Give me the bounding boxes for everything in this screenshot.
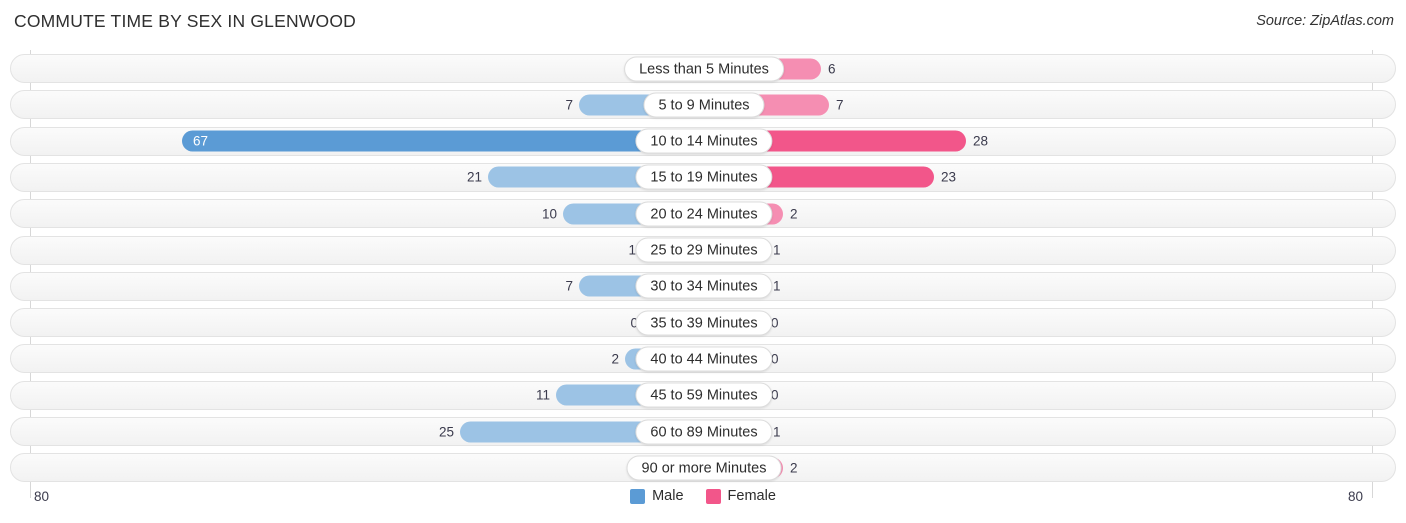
value-label-female: 2 bbox=[790, 460, 798, 476]
category-label: 20 to 24 Minutes bbox=[635, 201, 773, 227]
value-label-male: 25 bbox=[438, 424, 454, 439]
table-row[interactable]: 7 7 5 to 9 Minutes bbox=[10, 90, 1396, 120]
category-label: 15 to 19 Minutes bbox=[635, 164, 773, 190]
table-row[interactable]: 7 1 30 to 34 Minutes bbox=[10, 271, 1396, 301]
table-row[interactable]: 25 1 60 to 89 Minutes bbox=[10, 417, 1396, 446]
legend-label: Male bbox=[652, 488, 684, 504]
table-row[interactable]: 21 23 15 to 19 Minutes bbox=[10, 162, 1396, 192]
value-label-female: 1 bbox=[773, 424, 781, 439]
value-label-male: 1 bbox=[11, 61, 636, 76]
table-row[interactable]: 1 1 25 to 29 Minutes bbox=[10, 235, 1396, 265]
value-label-male: 7 bbox=[565, 97, 573, 113]
value-label-male: 21 bbox=[466, 169, 482, 185]
table-row[interactable]: 1 6 Less than 5 Minutes bbox=[10, 54, 1396, 83]
value-label-male: 7 bbox=[565, 278, 573, 294]
source-attribution: Source: ZipAtlas.com bbox=[1256, 13, 1394, 29]
legend-item-female[interactable]: Female bbox=[705, 488, 776, 504]
square-swatch-icon bbox=[630, 488, 646, 504]
table-row[interactable]: 11 0 45 to 59 Minutes bbox=[10, 380, 1396, 410]
table-row[interactable]: 0 0 35 to 39 Minutes bbox=[10, 308, 1396, 338]
category-label: 5 to 9 Minutes bbox=[643, 92, 765, 118]
chart-legend: Male Female bbox=[0, 488, 1406, 504]
category-label: 10 to 14 Minutes bbox=[635, 128, 773, 154]
commute-time-chart: COMMUTE TIME BY SEX IN GLENWOOD Source: … bbox=[0, 0, 1406, 523]
square-swatch-icon bbox=[705, 488, 721, 504]
category-label: 25 to 29 Minutes bbox=[635, 237, 773, 263]
category-label: 90 or more Minutes bbox=[626, 455, 782, 481]
value-label-male: 10 bbox=[541, 206, 557, 222]
legend-item-male[interactable]: Male bbox=[630, 488, 684, 504]
legend-label: Female bbox=[727, 488, 776, 504]
category-label: 60 to 89 Minutes bbox=[635, 419, 773, 444]
category-label: Less than 5 Minutes bbox=[624, 56, 784, 81]
value-label-female: 1 bbox=[773, 242, 781, 258]
value-label-female: 2 bbox=[790, 206, 798, 222]
table-row[interactable]: 0 2 90 or more Minutes bbox=[10, 453, 1396, 483]
value-label-female: 28 bbox=[973, 133, 989, 149]
category-label: 30 to 34 Minutes bbox=[635, 273, 773, 299]
chart-plot-area: 1 6 Less than 5 Minutes 7 7 5 to 9 Minutes 67 2… bbox=[0, 50, 1406, 498]
value-label-male: 0 bbox=[630, 315, 638, 331]
value-label-male: 67 bbox=[193, 133, 209, 149]
table-row[interactable]: 67 28 10 to 14 Minutes bbox=[10, 126, 1396, 156]
category-label: 45 to 59 Minutes bbox=[635, 382, 773, 408]
value-label-male: 0 bbox=[11, 460, 638, 475]
value-label-female: 23 bbox=[941, 169, 957, 185]
value-label-female: 7 bbox=[836, 97, 844, 113]
value-label-male: 1 bbox=[628, 242, 636, 258]
value-label-male: 11 bbox=[535, 387, 550, 403]
table-row[interactable]: 10 2 20 to 24 Minutes bbox=[10, 199, 1396, 229]
page-title: COMMUTE TIME BY SEX IN GLENWOOD bbox=[14, 11, 356, 31]
table-row[interactable]: 2 0 40 to 44 Minutes bbox=[10, 344, 1396, 374]
category-label: 40 to 44 Minutes bbox=[635, 346, 773, 372]
category-label: 35 to 39 Minutes bbox=[635, 310, 773, 336]
bar-male[interactable] bbox=[182, 130, 704, 152]
value-label-male: 2 bbox=[611, 351, 619, 367]
value-label-female: 1 bbox=[773, 278, 781, 294]
value-label-female: 6 bbox=[828, 61, 836, 76]
